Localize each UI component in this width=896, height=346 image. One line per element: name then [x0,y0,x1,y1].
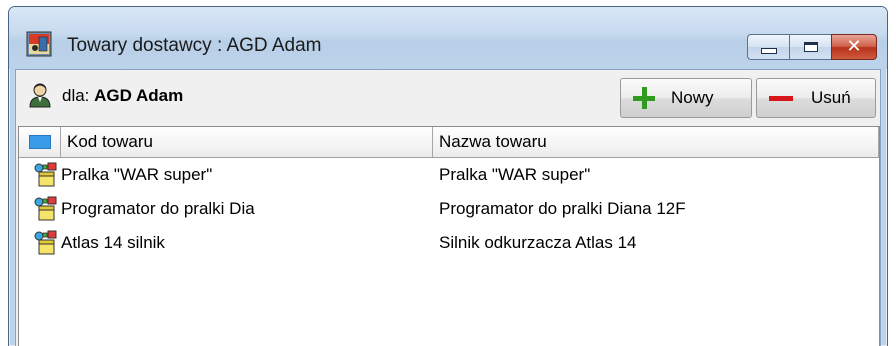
maximize-button[interactable] [789,34,831,60]
delete-button-label: Usuń [811,88,851,107]
user-icon [29,83,51,108]
selection-marker-icon [28,135,51,149]
plus-icon [631,85,657,111]
toolbar: dla: AGD Adam Nowy Usuń [16,70,880,120]
goods-icon [34,162,57,187]
window-client-area: dla: AGD Adam Nowy Usuń Kod towaru Nazwa… [15,69,881,346]
table-row[interactable]: Atlas 14 silnik Silnik odkurzacza Atlas … [19,226,879,260]
cell-code: Programator do pralki Dia [61,199,255,218]
window-title: Towary dostawcy : AGD Adam [67,35,322,56]
cell-name: Programator do pralki Diana 12F [439,199,686,218]
list-header: Kod towaru Nazwa towaru [19,127,879,158]
row-icon-cell [19,196,61,222]
goods-icon [34,230,57,255]
delete-button[interactable]: Usuń [756,78,876,118]
new-button-label: Nowy [671,88,714,107]
select-all-column[interactable] [19,127,61,157]
vendor-label: dla: AGD Adam [62,86,183,106]
vendor-name: AGD Adam [94,86,184,105]
minimize-button[interactable] [747,34,789,60]
close-icon: ✕ [846,36,862,57]
goods-icon [34,196,57,221]
cell-name: Silnik odkurzacza Atlas 14 [439,233,637,252]
table-row[interactable]: Pralka "WAR super" Pralka "WAR super" [19,158,879,192]
table-row[interactable]: Programator do pralki Dia Programator do… [19,192,879,226]
goods-list[interactable]: Kod towaru Nazwa towaru Pralka "WAR supe… [18,126,880,346]
row-icon-cell [19,162,61,188]
row-icon-cell [19,230,61,256]
minimize-icon [760,48,777,54]
goods-window: Towary dostawcy : AGD Adam ✕ dla: AGD Ad… [8,6,888,346]
supplier-goods-icon [26,31,52,57]
column-header-code[interactable]: Kod towaru [61,127,433,157]
maximize-icon [803,42,818,52]
column-header-name[interactable]: Nazwa towaru [433,127,879,157]
for-prefix: dla: [62,86,90,105]
new-button[interactable]: Nowy [620,78,752,118]
minus-icon [769,95,793,101]
caption-buttons: ✕ [747,34,877,60]
cell-name: Pralka "WAR super" [439,165,591,184]
close-button[interactable]: ✕ [831,34,877,60]
title-bar[interactable]: Towary dostawcy : AGD Adam ✕ [9,7,887,69]
cell-code: Pralka "WAR super" [61,165,213,184]
cell-code: Atlas 14 silnik [61,233,165,252]
